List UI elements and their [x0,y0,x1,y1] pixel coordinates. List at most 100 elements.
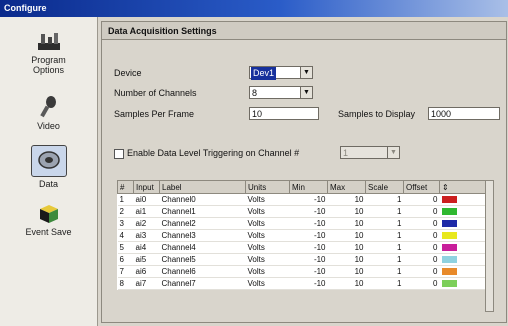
table-cell-units[interactable]: Volts [245,241,290,254]
channels-select[interactable]: 8 ▼ [249,86,313,99]
table-cell-input[interactable]: ai3 [133,229,160,242]
table-cell-scale[interactable]: 1 [365,217,404,230]
table-cell-color[interactable] [439,205,486,218]
table-cell-color[interactable] [439,229,486,242]
sidebar-item-event-save[interactable]: Event Save [2,203,95,237]
table-cell-input[interactable]: ai2 [133,217,160,230]
table-row[interactable]: 4 ai3 Channel3 Volts -10 10 1 0 [117,229,486,242]
column-header[interactable]: # [117,180,134,194]
table-cell-n[interactable]: 5 [117,241,134,254]
table-cell-offset[interactable]: 0 [403,241,440,254]
table-scrollbar[interactable] [485,180,494,312]
table-cell-units[interactable]: Volts [245,265,290,278]
table-cell-label[interactable]: Channel6 [159,265,246,278]
table-cell-label[interactable]: Channel7 [159,277,246,290]
color-swatch[interactable] [441,196,457,204]
table-cell-label[interactable]: Channel4 [159,241,246,254]
chevron-down-icon[interactable]: ▼ [300,87,312,98]
table-cell-label[interactable]: Channel2 [159,217,246,230]
table-row[interactable]: 7 ai6 Channel6 Volts -10 10 1 0 [117,265,486,278]
table-cell-units[interactable]: Volts [245,277,290,290]
column-header[interactable]: Units [245,180,290,194]
table-cell-offset[interactable]: 0 [403,277,440,290]
table-cell-units[interactable]: Volts [245,217,290,230]
table-cell-min[interactable]: -10 [289,265,328,278]
table-cell-n[interactable]: 8 [117,277,134,290]
table-cell-min[interactable]: -10 [289,205,328,218]
table-cell-label[interactable]: Channel3 [159,229,246,242]
table-cell-min[interactable]: -10 [289,229,328,242]
column-header[interactable]: Label [159,180,246,194]
table-cell-color[interactable] [439,277,486,290]
table-cell-units[interactable]: Volts [245,253,290,266]
table-cell-max[interactable]: 10 [327,277,366,290]
table-row[interactable]: 2 ai1 Channel1 Volts -10 10 1 0 [117,205,486,218]
column-header[interactable]: Min [289,180,328,194]
table-row[interactable]: 3 ai2 Channel2 Volts -10 10 1 0 [117,217,486,230]
table-cell-color[interactable] [439,193,486,206]
table-cell-min[interactable]: -10 [289,277,328,290]
column-header[interactable]: Input [133,180,160,194]
table-cell-offset[interactable]: 0 [403,253,440,266]
samples-frame-input[interactable]: 10 [249,107,319,120]
table-cell-label[interactable]: Channel1 [159,205,246,218]
table-cell-scale[interactable]: 1 [365,229,404,242]
table-cell-scale[interactable]: 1 [365,205,404,218]
table-cell-min[interactable]: -10 [289,241,328,254]
sidebar-item-data[interactable]: Data [2,145,95,189]
column-header[interactable]: Scale [365,180,404,194]
sidebar-item-video[interactable]: Video [2,95,95,131]
color-column-header[interactable]: ⇕ [439,180,486,194]
table-cell-n[interactable]: 7 [117,265,134,278]
color-swatch[interactable] [441,268,457,276]
table-cell-units[interactable]: Volts [245,193,290,206]
table-cell-color[interactable] [439,217,486,230]
table-cell-max[interactable]: 10 [327,217,366,230]
table-row[interactable]: 6 ai5 Channel5 Volts -10 10 1 0 [117,253,486,266]
table-cell-min[interactable]: -10 [289,193,328,206]
window-title-bar[interactable]: Configure [0,0,508,17]
table-cell-input[interactable]: ai7 [133,277,160,290]
trigger-channel-select[interactable]: 1 ▼ [340,146,400,159]
table-cell-scale[interactable]: 1 [365,277,404,290]
chevron-down-icon[interactable]: ▼ [387,147,399,158]
table-cell-scale[interactable]: 1 [365,193,404,206]
trigger-checkbox[interactable] [114,149,124,159]
table-cell-max[interactable]: 10 [327,229,366,242]
color-swatch[interactable] [441,280,457,288]
color-swatch[interactable] [441,256,457,264]
table-cell-scale[interactable]: 1 [365,241,404,254]
color-swatch[interactable] [441,232,457,240]
table-cell-label[interactable]: Channel5 [159,253,246,266]
table-cell-min[interactable]: -10 [289,217,328,230]
chevron-down-icon[interactable]: ▼ [300,67,312,78]
table-cell-n[interactable]: 2 [117,205,134,218]
table-row[interactable]: 5 ai4 Channel4 Volts -10 10 1 0 [117,241,486,254]
samples-display-input[interactable]: 1000 [428,107,500,120]
table-cell-input[interactable]: ai1 [133,205,160,218]
table-cell-offset[interactable]: 0 [403,265,440,278]
column-header[interactable]: Offset [403,180,440,194]
table-cell-min[interactable]: -10 [289,253,328,266]
table-cell-offset[interactable]: 0 [403,229,440,242]
table-cell-input[interactable]: ai4 [133,241,160,254]
table-cell-color[interactable] [439,265,486,278]
color-swatch[interactable] [441,244,457,252]
table-cell-input[interactable]: ai0 [133,193,160,206]
table-cell-offset[interactable]: 0 [403,193,440,206]
column-header[interactable]: Max [327,180,366,194]
sidebar-item-program-options[interactable]: Program Options [2,31,95,75]
table-cell-scale[interactable]: 1 [365,253,404,266]
table-cell-max[interactable]: 10 [327,265,366,278]
table-cell-units[interactable]: Volts [245,205,290,218]
table-cell-offset[interactable]: 0 [403,205,440,218]
table-cell-units[interactable]: Volts [245,229,290,242]
table-cell-max[interactable]: 10 [327,193,366,206]
table-cell-color[interactable] [439,253,486,266]
table-cell-color[interactable] [439,241,486,254]
table-cell-n[interactable]: 3 [117,217,134,230]
device-select[interactable]: Dev1 ▼ [249,66,313,80]
table-cell-n[interactable]: 1 [117,193,134,206]
table-row[interactable]: 1 ai0 Channel0 Volts -10 10 1 0 [117,193,486,206]
table-cell-input[interactable]: ai5 [133,253,160,266]
